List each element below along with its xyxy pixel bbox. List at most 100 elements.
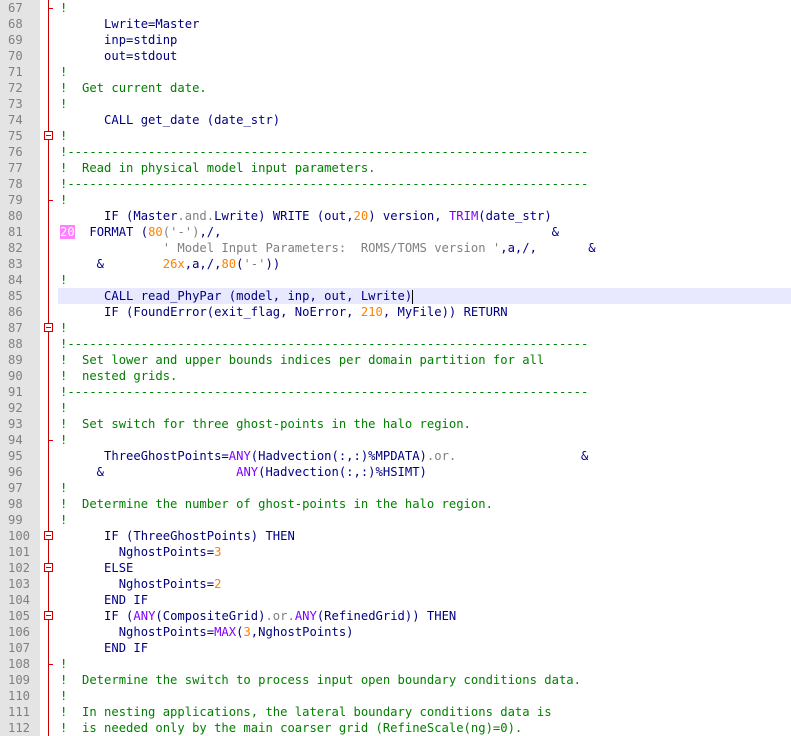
fold-toggle-icon[interactable] bbox=[40, 528, 58, 544]
code-line[interactable]: 103 NghostPoints=2 bbox=[0, 576, 791, 592]
line-number[interactable]: 108 bbox=[0, 656, 40, 672]
line-number[interactable]: 95 bbox=[0, 448, 40, 464]
code-line[interactable]: 78 !-------------------------------------… bbox=[0, 176, 791, 192]
line-number[interactable]: 102 bbox=[0, 560, 40, 576]
line-number[interactable]: 105 bbox=[0, 608, 40, 624]
code-line[interactable]: 72 ! Get current date. bbox=[0, 80, 791, 96]
line-number[interactable]: 84 bbox=[0, 272, 40, 288]
code-line[interactable]: 109 ! Determine the switch to process inp… bbox=[0, 672, 791, 688]
code-line[interactable]: 95 ThreeGhostPoints=ANY(Hadvection(:,:)%… bbox=[0, 448, 791, 464]
line-number[interactable]: 76 bbox=[0, 144, 40, 160]
code-line[interactable]: 93 ! Set switch for three ghost-points in… bbox=[0, 416, 791, 432]
line-number[interactable]: 92 bbox=[0, 400, 40, 416]
line-number[interactable]: 111 bbox=[0, 704, 40, 720]
line-number[interactable]: 82 bbox=[0, 240, 40, 256]
code-line[interactable]: 69 inp=stdinp bbox=[0, 32, 791, 48]
code-line[interactable]: 85 CALL read_PhyPar (model, inp, out, Lw… bbox=[0, 288, 791, 304]
code-line[interactable]: 99! bbox=[0, 512, 791, 528]
line-number[interactable]: 103 bbox=[0, 576, 40, 592]
line-number[interactable]: 104 bbox=[0, 592, 40, 608]
line-number[interactable]: 86 bbox=[0, 304, 40, 320]
line-number[interactable]: 109 bbox=[0, 672, 40, 688]
code-line[interactable]: 101 NghostPoints=3 bbox=[0, 544, 791, 560]
code-line[interactable]: 92! bbox=[0, 400, 791, 416]
line-number[interactable]: 78 bbox=[0, 176, 40, 192]
code-line[interactable]: 98 ! Determine the number of ghost-points… bbox=[0, 496, 791, 512]
line-number[interactable]: 80 bbox=[0, 208, 40, 224]
code-line[interactable]: 74 CALL get_date (date_str) bbox=[0, 112, 791, 128]
code-line[interactable]: 77 ! Read in physical model input paramet… bbox=[0, 160, 791, 176]
fold-toggle-icon[interactable] bbox=[40, 320, 58, 336]
line-number[interactable]: 77 bbox=[0, 160, 40, 176]
code-line[interactable]: 73! bbox=[0, 96, 791, 112]
line-number[interactable]: 69 bbox=[0, 32, 40, 48]
line-number[interactable]: 87 bbox=[0, 320, 40, 336]
line-number[interactable]: 98 bbox=[0, 496, 40, 512]
line-number[interactable]: 96 bbox=[0, 464, 40, 480]
code-line[interactable]: 91 !-------------------------------------… bbox=[0, 384, 791, 400]
code-line[interactable]: 71! bbox=[0, 64, 791, 80]
code-token: 2 bbox=[214, 577, 222, 591]
line-number[interactable]: 74 bbox=[0, 112, 40, 128]
fold-toggle-icon[interactable] bbox=[40, 128, 58, 144]
code-line[interactable]: 81 20 FORMAT (80('-'),/, & bbox=[0, 224, 791, 240]
line-number[interactable]: 97 bbox=[0, 480, 40, 496]
code-line[interactable]: 110! bbox=[0, 688, 791, 704]
code-line[interactable]: 102 ELSE bbox=[0, 560, 791, 576]
code-line[interactable]: 89 ! Set lower and upper bounds indices p… bbox=[0, 352, 791, 368]
code-line[interactable]: 68 Lwrite=Master bbox=[0, 16, 791, 32]
code-line[interactable]: 76 !-------------------------------------… bbox=[0, 144, 791, 160]
line-number[interactable]: 89 bbox=[0, 352, 40, 368]
code-line[interactable]: 106 NghostPoints=MAX(3,NghostPoints) bbox=[0, 624, 791, 640]
code-line[interactable]: 100 IF (ThreeGhostPoints) THEN bbox=[0, 528, 791, 544]
code-line[interactable]: 87! bbox=[0, 320, 791, 336]
line-number[interactable]: 88 bbox=[0, 336, 40, 352]
code-line[interactable]: 80 IF (Master.and.Lwrite) WRITE (out,20)… bbox=[0, 208, 791, 224]
line-number[interactable]: 101 bbox=[0, 544, 40, 560]
code-line[interactable]: 104 END IF bbox=[0, 592, 791, 608]
code-editor[interactable]: 67! 68 Lwrite=Master 69 inp=stdinp 70 out=s… bbox=[0, 0, 791, 736]
line-number[interactable]: 79 bbox=[0, 192, 40, 208]
line-number[interactable]: 85 bbox=[0, 288, 40, 304]
line-number[interactable]: 83 bbox=[0, 256, 40, 272]
code-line[interactable]: 86 IF (FoundError(exit_flag, NoError, 21… bbox=[0, 304, 791, 320]
code-line[interactable]: 84! bbox=[0, 272, 791, 288]
code-line[interactable]: 112 ! is needed only by the main coarser … bbox=[0, 720, 791, 736]
line-number[interactable]: 67 bbox=[0, 0, 40, 16]
code-line[interactable]: 96 & ANY(Hadvection(:,:)%HSIMT) bbox=[0, 464, 791, 480]
line-number[interactable]: 81 bbox=[0, 224, 40, 240]
line-number[interactable]: 72 bbox=[0, 80, 40, 96]
code-line[interactable]: 97! bbox=[0, 480, 791, 496]
line-number[interactable]: 110 bbox=[0, 688, 40, 704]
code-line[interactable]: 94! bbox=[0, 432, 791, 448]
line-number[interactable]: 71 bbox=[0, 64, 40, 80]
code-line[interactable]: 70 out=stdout bbox=[0, 48, 791, 64]
code-line[interactable]: 83 & 26x,a,/,80('-')) bbox=[0, 256, 791, 272]
line-number[interactable]: 93 bbox=[0, 416, 40, 432]
line-number[interactable]: 106 bbox=[0, 624, 40, 640]
code-line[interactable]: 90 ! nested grids. bbox=[0, 368, 791, 384]
line-number[interactable]: 112 bbox=[0, 720, 40, 736]
code-line[interactable]: 105 IF (ANY(CompositeGrid).or.ANY(Refine… bbox=[0, 608, 791, 624]
line-number[interactable]: 90 bbox=[0, 368, 40, 384]
code-line[interactable]: 67! bbox=[0, 0, 791, 16]
code-line[interactable]: 107 END IF bbox=[0, 640, 791, 656]
line-number[interactable]: 91 bbox=[0, 384, 40, 400]
line-number[interactable]: 73 bbox=[0, 96, 40, 112]
fold-marker bbox=[40, 352, 58, 368]
line-number[interactable]: 75 bbox=[0, 128, 40, 144]
code-line[interactable]: 111 ! In nesting applications, the latera… bbox=[0, 704, 791, 720]
code-line[interactable]: 82 ' Model Input Parameters: ROMS/TOMS v… bbox=[0, 240, 791, 256]
line-number[interactable]: 99 bbox=[0, 512, 40, 528]
line-number[interactable]: 68 bbox=[0, 16, 40, 32]
line-number[interactable]: 70 bbox=[0, 48, 40, 64]
line-number[interactable]: 107 bbox=[0, 640, 40, 656]
fold-toggle-icon[interactable] bbox=[40, 560, 58, 576]
code-line[interactable]: 79! bbox=[0, 192, 791, 208]
fold-toggle-icon[interactable] bbox=[40, 608, 58, 624]
code-line[interactable]: 75! bbox=[0, 128, 791, 144]
code-line[interactable]: 88 !-------------------------------------… bbox=[0, 336, 791, 352]
line-number[interactable]: 94 bbox=[0, 432, 40, 448]
line-number[interactable]: 100 bbox=[0, 528, 40, 544]
code-line[interactable]: 108! bbox=[0, 656, 791, 672]
